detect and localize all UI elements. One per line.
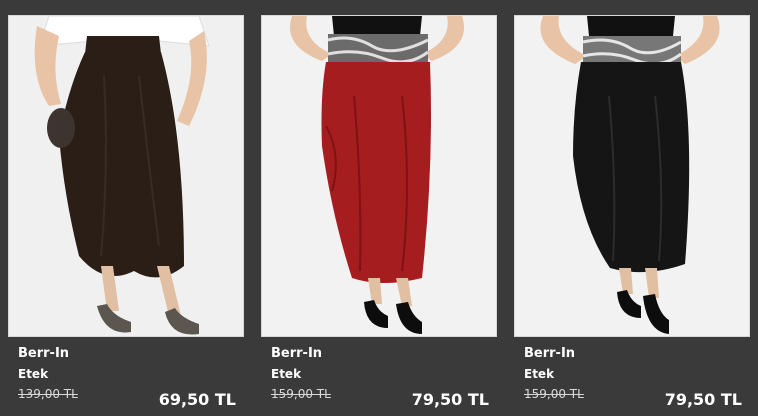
product-image[interactable] <box>261 15 497 337</box>
product-brand[interactable]: Berr-In <box>271 346 322 361</box>
black-draped-skirt-photo <box>515 16 749 336</box>
old-price: 159,00 TL <box>524 387 584 401</box>
product-type: Etek <box>524 367 555 381</box>
product-brand[interactable]: Berr-In <box>18 346 69 361</box>
sale-price: 69,50 TL <box>158 390 236 409</box>
sale-price: 79,50 TL <box>664 390 742 409</box>
brown-draped-skirt-photo <box>9 16 243 336</box>
product-type: Etek <box>18 367 49 381</box>
old-price: 139,00 TL <box>18 387 78 401</box>
sale-price: 79,50 TL <box>411 390 489 409</box>
product-card[interactable]: Berr-In Etek 159,00 TL 79,50 TL <box>514 0 754 416</box>
product-card[interactable]: Berr-In Etek 159,00 TL 79,50 TL <box>261 0 501 416</box>
red-draped-skirt-photo <box>262 16 496 336</box>
product-image[interactable] <box>8 15 244 337</box>
product-brand[interactable]: Berr-In <box>524 346 575 361</box>
product-grid: Berr-In Etek 139,00 TL 69,50 TL Berr-In … <box>0 0 758 416</box>
product-type: Etek <box>271 367 302 381</box>
old-price: 159,00 TL <box>271 387 331 401</box>
product-card[interactable]: Berr-In Etek 139,00 TL 69,50 TL <box>8 0 248 416</box>
product-image[interactable] <box>514 15 750 337</box>
